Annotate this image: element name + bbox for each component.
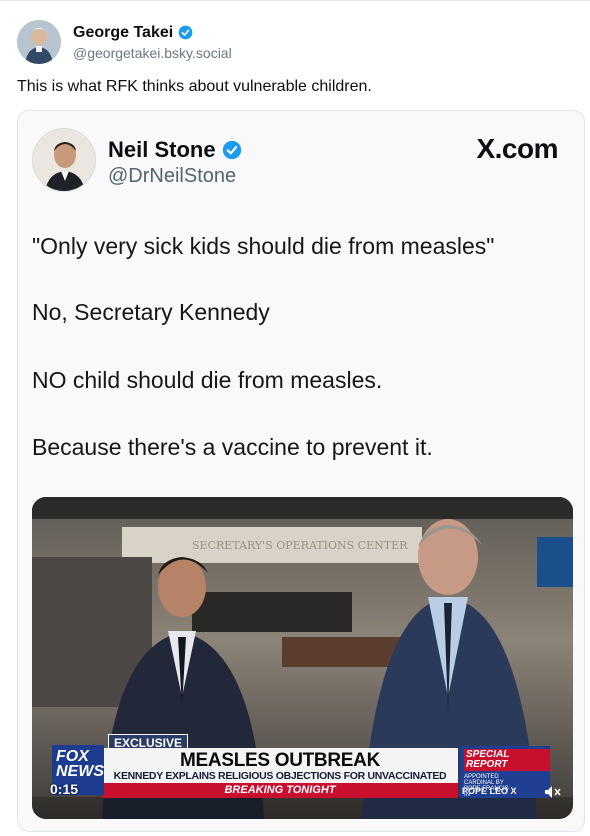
- video-timestamp: 0:15: [50, 781, 79, 797]
- post-author[interactable]: George Takei @georgetakei.bsky.social: [17, 20, 232, 64]
- quote-line-4: Because there's a vaccine to prevent it.: [32, 434, 433, 460]
- breaking-label: BREAKING TONIGHT: [224, 784, 336, 796]
- verified-badge-icon: [178, 25, 193, 40]
- embedded-image[interactable]: Neil Stone @DrNeilStone X.com "Only very…: [17, 110, 585, 832]
- bluesky-post: George Takei @georgetakei.bsky.social Th…: [0, 0, 590, 836]
- special-report-label: SPECIAL REPORT: [464, 749, 550, 771]
- special-report-name: POPE LEO X: [462, 786, 517, 796]
- quote-line-2: No, Secretary Kennedy: [32, 299, 270, 325]
- chyron: MEASLES OUTBREAK KENNEDY EXPLAINS RELIGI…: [102, 748, 458, 798]
- video-still[interactable]: SECRETARY'S OPERATIONS CENTER EXCLUSIVE …: [32, 497, 573, 819]
- special-report-box: SPECIAL REPORT APPOINTED CARDINAL BY POP…: [460, 746, 550, 798]
- quoted-avatar: [32, 128, 96, 192]
- divider: [0, 0, 590, 1]
- wall-sign: SECRETARY'S OPERATIONS CENTER: [192, 539, 408, 552]
- quoted-handle: @DrNeilStone: [108, 165, 237, 187]
- verified-badge-icon: [222, 140, 241, 160]
- quoted-name: Neil Stone: [108, 137, 216, 162]
- breaking-bar: BREAKING TONIGHT: [102, 783, 458, 798]
- author-handle[interactable]: @georgetakei.bsky.social: [73, 45, 232, 61]
- author-avatar[interactable]: [17, 20, 61, 64]
- speaker-muted-icon[interactable]: [544, 785, 562, 799]
- x-com-logo: X.com: [476, 133, 558, 164]
- quote-line-1: "Only very sick kids should die from mea…: [32, 233, 495, 259]
- fox-news-label: FOX NEWS: [56, 748, 104, 780]
- post-text: This is what RFK thinks about vulnerable…: [17, 78, 372, 95]
- author-name[interactable]: George Takei: [73, 24, 173, 42]
- quote-line-3: NO child should die from measles.: [32, 367, 383, 393]
- chyron-subline: KENNEDY EXPLAINS RELIGIOUS OBJECTIONS FO…: [113, 770, 447, 782]
- chyron-headline: MEASLES OUTBREAK: [180, 750, 380, 771]
